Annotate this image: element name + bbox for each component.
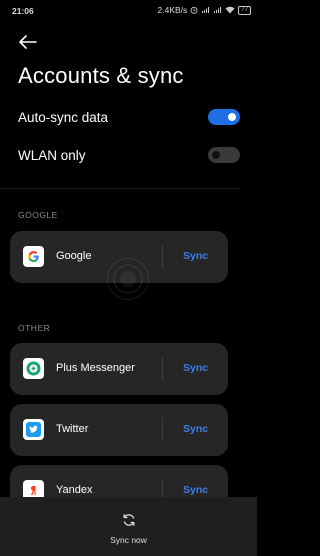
section-header-other: OTHER [18,323,51,333]
auto-sync-label: Auto-sync data [18,109,109,125]
status-icons: 2.4KB/s 77 [158,5,251,15]
toggle-knob [212,151,220,159]
network-speed: 2.4KB/s [157,5,188,15]
wlan-only-row[interactable]: WLAN only [18,144,240,166]
divider [0,188,240,189]
bottom-action-bar: Sync now [0,497,257,556]
battery-icon: 77 [238,5,251,15]
auto-sync-row[interactable]: Auto-sync data [18,106,240,128]
section-header-google: GOOGLE [18,210,58,220]
account-name: Yandex [56,484,93,496]
separator [162,245,163,269]
status-bar: 21:06 2.4KB/s 77 [0,0,257,22]
refresh-icon [123,514,134,526]
sync-button[interactable]: Sync [183,250,208,262]
account-card-plus-messenger[interactable]: Plus Messenger Sync [10,343,228,395]
google-icon [23,246,44,267]
account-name: Google [56,250,92,262]
watermark-seal [107,258,149,300]
wlan-only-label: WLAN only [18,147,86,163]
toggle-knob [228,113,236,121]
plus-messenger-icon [23,358,44,379]
signal-icon-2 [214,7,222,13]
auto-sync-toggle[interactable] [208,109,240,125]
wlan-only-toggle[interactable] [208,147,240,163]
status-time: 21:06 [12,6,34,16]
signal-icon [202,7,210,13]
alarm-icon [190,6,198,14]
account-card-twitter[interactable]: Twitter Sync [10,404,228,456]
account-name: Plus Messenger [56,362,135,374]
page-title: Accounts & sync [18,63,184,88]
twitter-icon [23,419,44,440]
separator [162,418,163,442]
sync-button[interactable]: Sync [183,423,208,435]
sync-now-label: Sync now [110,535,147,545]
sync-now-button[interactable]: Sync now [0,513,257,545]
separator [162,357,163,381]
back-arrow-icon[interactable] [18,34,38,50]
sync-button[interactable]: Sync [183,484,208,496]
wifi-icon [225,6,235,14]
account-name: Twitter [56,423,89,435]
sync-button[interactable]: Sync [183,362,208,374]
